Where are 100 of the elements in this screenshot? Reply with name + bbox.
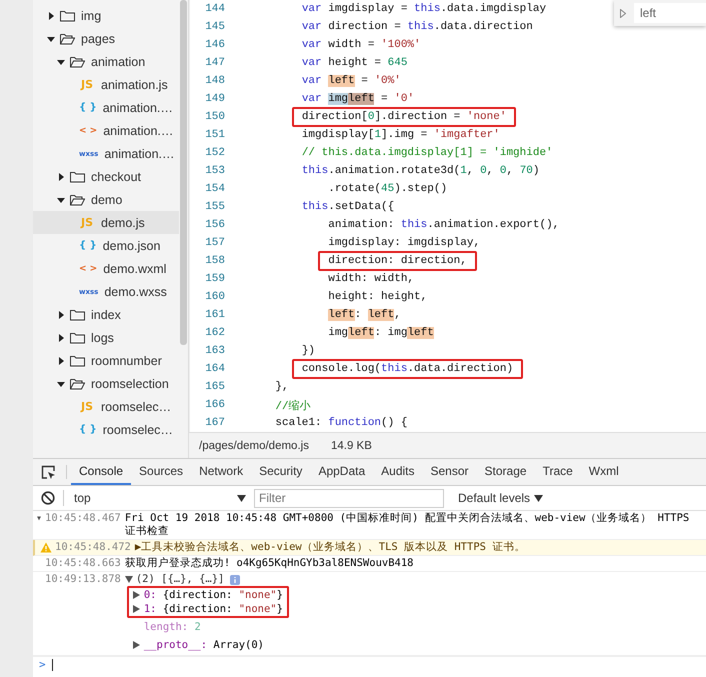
line-number: 146 — [204, 39, 225, 51]
code-line: imgdisplay[1].img = 'imgafter' — [300, 129, 501, 141]
caret-down-icon[interactable] — [124, 576, 133, 583]
devtools-tab[interactable]: Sources — [131, 459, 192, 485]
line-number: 164 — [204, 363, 225, 375]
line-number: 148 — [204, 75, 225, 87]
context-select[interactable]: top — [70, 491, 250, 505]
line-number: 144 — [204, 3, 225, 15]
line-number: 147 — [204, 57, 225, 69]
caret-right-icon — [57, 356, 65, 364]
file-item[interactable]: < > demo.wxml — [33, 257, 188, 280]
line-number: 157 — [204, 237, 225, 249]
file-item[interactable]: { } animation.… — [33, 96, 188, 119]
caret-down-icon — [57, 380, 65, 388]
clear-console-icon[interactable] — [41, 491, 55, 505]
caret-right-icon — [57, 334, 65, 342]
timestamp: 10:45:48.472 — [55, 541, 131, 554]
devtools-tab[interactable]: Storage — [476, 459, 535, 485]
caret-right-icon — [57, 310, 65, 318]
expand-arrow[interactable]: ▾ — [36, 513, 42, 524]
folder-item[interactable]: roomselection — [33, 372, 188, 395]
line-number: 158 — [204, 255, 225, 267]
line-number: 160 — [204, 291, 225, 303]
timestamp: 10:45:48.663 — [45, 557, 121, 570]
folder-item[interactable]: roomnumber — [33, 349, 188, 372]
folder-icon — [60, 10, 75, 22]
file-item[interactable]: JS roomselec… — [33, 395, 188, 418]
folder-icon — [70, 308, 85, 320]
code-line: // this.data.imgdisplay[1] = 'imghide' — [300, 147, 554, 159]
file-item[interactable]: < > animation.… — [33, 119, 188, 142]
filter-field[interactable]: Filter — [254, 488, 444, 508]
code-line: var height = 645 — [300, 57, 408, 69]
line-number: 165 — [204, 381, 225, 393]
object-property[interactable]: __proto__: Array(0) — [144, 638, 264, 652]
folder-item[interactable]: img — [33, 4, 188, 27]
devtools-tab[interactable]: Trace — [534, 459, 581, 485]
folder-item[interactable]: demo — [33, 188, 188, 211]
devtools-tab[interactable]: Audits — [373, 459, 422, 485]
line-number: 151 — [204, 129, 225, 141]
caret-down-icon — [57, 196, 65, 204]
line-number: 150 — [204, 111, 225, 123]
log-message: 获取用户登录态成功! o4Kg65KqHnGYb3al8ENSWouvB418 — [124, 557, 415, 570]
folder-item[interactable]: pages — [33, 27, 188, 50]
devtools-tab[interactable]: Network — [191, 459, 252, 485]
devtools-tab[interactable]: Security — [251, 459, 310, 485]
code-line: var direction = this.data.direction — [300, 21, 534, 33]
devtools-tab[interactable]: Console — [71, 459, 132, 485]
line-number: 145 — [204, 21, 225, 33]
code-line: var left = '0%' — [300, 75, 402, 87]
code-line: scale1: function() { — [274, 417, 408, 429]
devtools-tab[interactable]: Wxml — [580, 459, 627, 485]
code-line: this.animation.rotate3d(1, 0, 0, 70) — [300, 165, 540, 177]
scrollbar-thumb[interactable] — [180, 0, 187, 345]
line-number: 159 — [204, 273, 225, 285]
code-line: var imgdisplay = this.data.imgdisplay — [300, 3, 548, 15]
code-line: width: width, — [327, 273, 416, 285]
caret-down-icon — [57, 58, 65, 66]
caret-down-icon — [534, 494, 544, 502]
code-line: }) — [300, 345, 316, 357]
array-summary[interactable]: (2) [{…}, {…}] — [136, 573, 224, 586]
braces-file-icon: { } — [79, 424, 97, 435]
caret-down-icon — [47, 34, 55, 42]
code-line: }, — [274, 381, 290, 393]
line-number: 161 — [204, 309, 225, 321]
code-line: //缩小 — [274, 398, 312, 412]
caret-right-icon — [57, 172, 65, 180]
folder-item[interactable]: checkout — [33, 165, 188, 188]
code-line: height: height, — [327, 291, 428, 303]
file-item[interactable]: { } roomselec… — [33, 418, 188, 441]
code-line: var width = '100%' — [300, 39, 422, 51]
code-line: animation: this.animation.export(), — [327, 219, 560, 231]
levels-dropdown[interactable]: Default levels — [452, 490, 550, 506]
code-line: img left: img left — [327, 327, 435, 339]
folder-item[interactable]: index — [33, 303, 188, 326]
line-number: 166 — [204, 399, 225, 411]
timestamp: 10:49:13.878 — [45, 573, 121, 586]
prompt-icon: > — [39, 658, 46, 671]
devtools-tab[interactable]: Sensor — [422, 459, 477, 485]
code-line: var img left = '0' — [300, 93, 416, 105]
line-number: 149 — [204, 93, 225, 105]
open-folder-icon — [70, 194, 85, 206]
js-file-icon: JS — [79, 216, 95, 229]
line-number: 152 — [204, 147, 225, 159]
folder-item[interactable]: animation — [33, 50, 188, 73]
file-size: 14.9 KB — [330, 440, 372, 452]
file-item[interactable]: { } demo.json — [33, 234, 188, 257]
inspect-element-icon[interactable] — [41, 464, 56, 480]
caret-right-icon — [620, 8, 626, 18]
warning-message[interactable]: ▶工具未校验合法域名、web-view（业务域名）、TLS 版本以及 HTTPS 证书。 — [134, 541, 706, 554]
log-message: Fri Oct 19 2018 10:45:48 GMT+0800 (中国标准时间) 配置中关闭合法域名、web-view（业务域名） HTTPS 证书检查 — [124, 512, 690, 538]
folder-item[interactable]: logs — [33, 326, 188, 349]
find-field[interactable]: left — [634, 3, 706, 23]
folder-icon — [70, 170, 85, 182]
file-item[interactable]: JS demo.js — [33, 211, 179, 234]
file-path: /pages/demo/demo.js — [199, 440, 309, 452]
file-item[interactable]: JS animation.js — [33, 73, 188, 96]
folder-icon — [70, 354, 85, 366]
caret-right-icon[interactable] — [132, 641, 140, 649]
devtools-tab[interactable]: AppData — [310, 459, 374, 485]
info-icon — [230, 574, 240, 584]
